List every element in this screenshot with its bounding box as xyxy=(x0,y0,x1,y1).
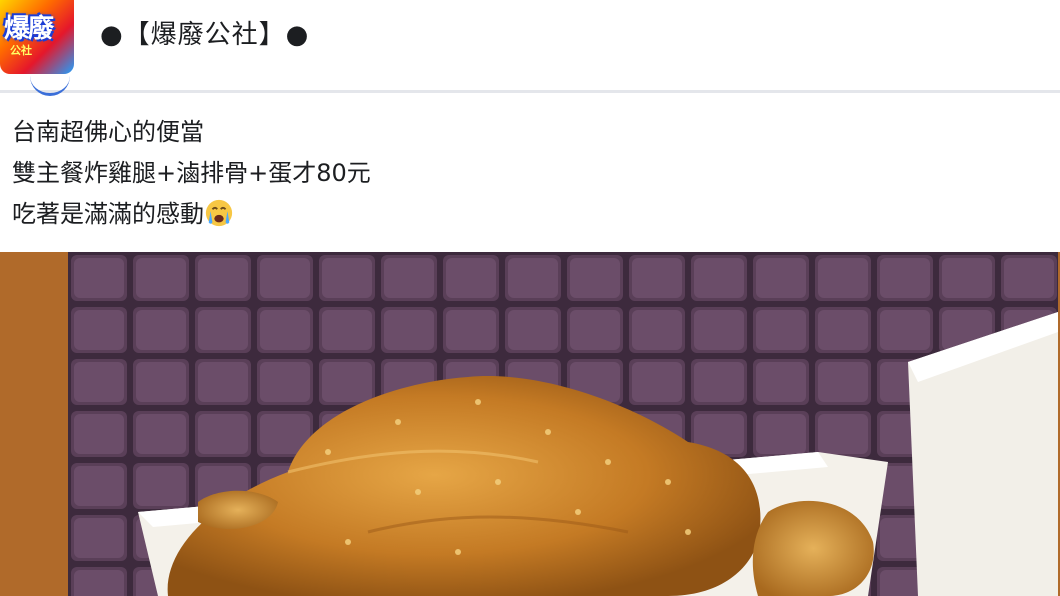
photo-frame xyxy=(0,252,1060,596)
post-header: 爆廢 公社 ●【爆廢公社】● xyxy=(0,0,1060,90)
page-name-link[interactable]: ●【爆廢公社】● xyxy=(100,14,309,51)
post-photo[interactable] xyxy=(68,252,1058,596)
avatar-logo-text: 爆廢 xyxy=(4,14,54,44)
post-line-2: 雙主餐炸雞腿+滷排骨+蛋才80元 xyxy=(12,159,371,187)
crying-face-icon xyxy=(205,199,233,227)
post-line-3: 吃著是滿滿的感動 xyxy=(12,194,371,235)
profile-ring-fragment xyxy=(30,76,70,96)
bento-photo-illustration xyxy=(68,252,1058,596)
header-divider xyxy=(0,90,1060,93)
avatar-logo-subtext: 公社 xyxy=(10,44,32,57)
page-avatar[interactable]: 爆廢 公社 xyxy=(0,0,74,74)
post-line-3-text: 吃著是滿滿的感動 xyxy=(12,200,204,228)
post-text: 台南超佛心的便當 雙主餐炸雞腿+滷排骨+蛋才80元 吃著是滿滿的感動 xyxy=(12,112,371,235)
post-line-1: 台南超佛心的便當 xyxy=(12,118,204,146)
